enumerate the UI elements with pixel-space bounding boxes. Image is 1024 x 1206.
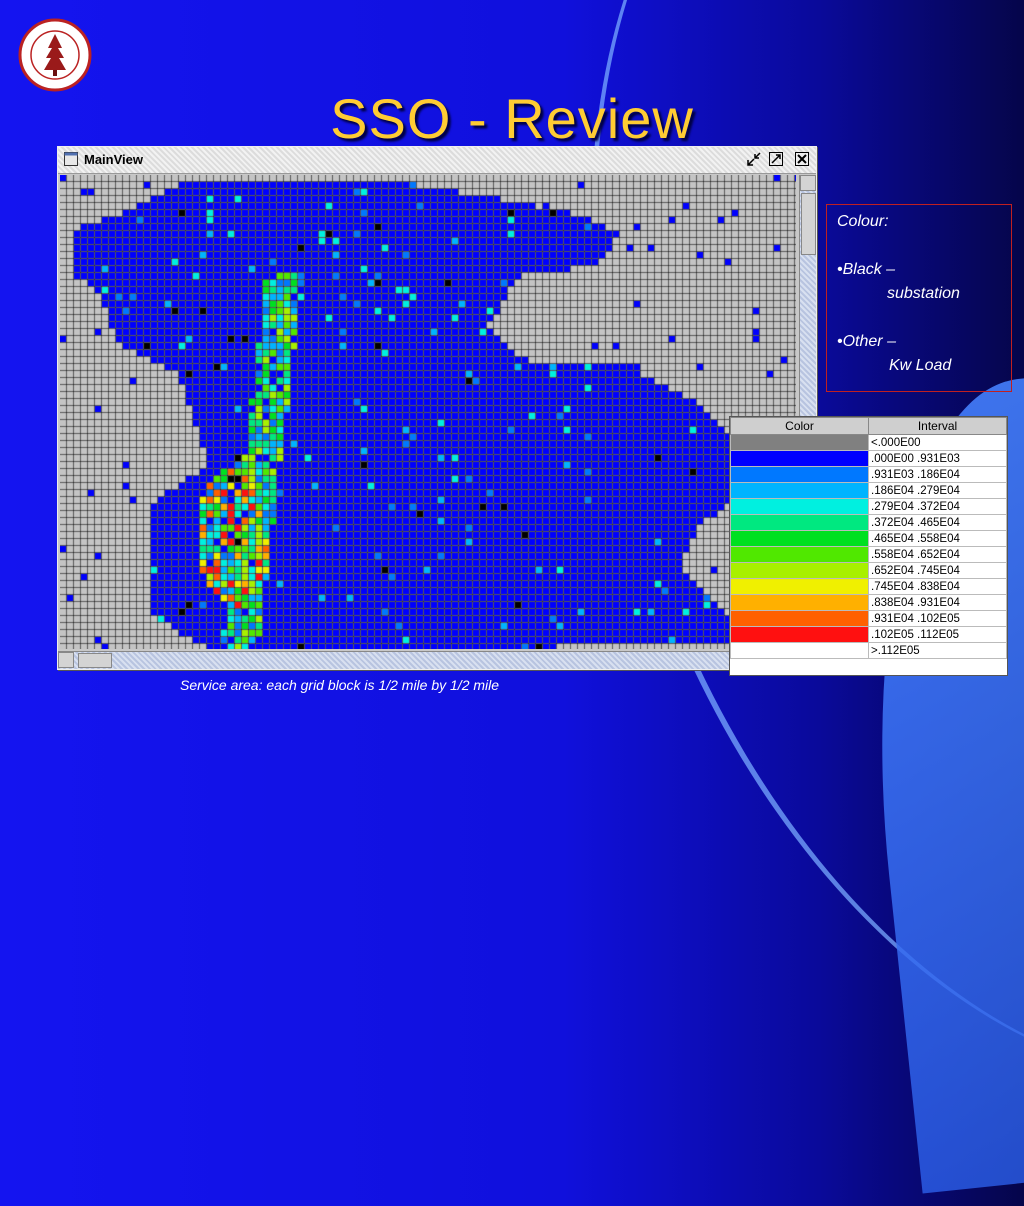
legend-box: Colour: •Black – substation •Other – Kw … (826, 204, 1012, 392)
color-table-row[interactable]: .652E04 .745E04 (730, 562, 1007, 579)
interval-cell: .102E05 .112E05 (868, 626, 1007, 643)
maximize-icon[interactable] (768, 151, 784, 167)
interval-cell: .931E04 .102E05 (868, 610, 1007, 627)
color-column-header[interactable]: Color (730, 417, 869, 435)
scroll-left-icon[interactable] (58, 652, 74, 668)
color-table-row[interactable]: .465E04 .558E04 (730, 530, 1007, 547)
color-swatch (730, 562, 869, 579)
color-table-row[interactable]: .279E04 .372E04 (730, 498, 1007, 515)
color-swatch (730, 498, 869, 515)
interval-cell: .652E04 .745E04 (868, 562, 1007, 579)
load-grid-canvas[interactable] (60, 175, 796, 649)
window-titlebar[interactable]: MainView (58, 147, 816, 174)
color-swatch (730, 610, 869, 627)
slide-title: SSO - Review (330, 87, 694, 150)
color-swatch (730, 434, 869, 451)
legend-other-desc: Kw Load (889, 357, 952, 374)
vertical-scroll-thumb[interactable] (801, 193, 816, 255)
horizontal-scroll-thumb[interactable] (78, 653, 112, 668)
legend-black-label: •Black – (837, 261, 896, 278)
color-table-row[interactable]: .558E04 .652E04 (730, 546, 1007, 563)
color-table-row[interactable]: .102E05 .112E05 (730, 626, 1007, 643)
mainview-window[interactable]: MainView (57, 146, 817, 670)
scroll-up-icon[interactable] (800, 175, 816, 191)
legend-other-label: •Other – (837, 333, 896, 350)
horizontal-scrollbar[interactable] (58, 651, 816, 669)
interval-cell: <.000E00 (868, 434, 1007, 451)
interval-cell: .931E03 .186E04 (868, 466, 1007, 483)
interval-cell: .186E04 .279E04 (868, 482, 1007, 499)
university-seal-logo (18, 18, 92, 92)
service-area-grid-map[interactable] (60, 175, 796, 649)
color-table-row[interactable]: .838E04 .931E04 (730, 594, 1007, 611)
interval-cell: .372E04 .465E04 (868, 514, 1007, 531)
color-table-row[interactable]: .745E04 .838E04 (730, 578, 1007, 595)
color-table-row[interactable]: <.000E00 (730, 434, 1007, 451)
color-swatch (730, 530, 869, 547)
map-caption: Service area: each grid block is 1/2 mil… (180, 677, 500, 693)
interval-cell: .745E04 .838E04 (868, 578, 1007, 595)
color-swatch (730, 546, 869, 563)
interval-cell: .465E04 .558E04 (868, 530, 1007, 547)
interval-cell: .279E04 .372E04 (868, 498, 1007, 515)
interval-cell: .558E04 .652E04 (868, 546, 1007, 563)
interval-cell: .838E04 .931E04 (868, 594, 1007, 611)
color-table-row[interactable]: .931E04 .102E05 (730, 610, 1007, 627)
color-swatch (730, 482, 869, 499)
color-table-row[interactable]: .372E04 .465E04 (730, 514, 1007, 531)
window-title: MainView (84, 152, 144, 167)
color-swatch (730, 514, 869, 531)
close-icon[interactable] (794, 151, 810, 167)
color-swatch (730, 450, 869, 467)
color-swatch (730, 594, 869, 611)
window-icon (64, 152, 78, 166)
color-table-row[interactable]: .186E04 .279E04 (730, 482, 1007, 499)
color-swatch (730, 642, 869, 659)
color-interval-table[interactable]: Color Interval <.000E00.000E00 .931E03.9… (729, 416, 1008, 676)
interval-cell: .000E00 .931E03 (868, 450, 1007, 467)
color-table-row[interactable]: .931E03 .186E04 (730, 466, 1007, 483)
restore-icon[interactable] (746, 151, 762, 167)
color-table-row[interactable]: >.112E05 (730, 642, 1007, 659)
color-table-row[interactable]: .000E00 .931E03 (730, 450, 1007, 467)
legend-black-desc: substation (887, 285, 960, 302)
legend-heading: Colour: (837, 213, 889, 230)
color-swatch (730, 626, 869, 643)
color-swatch (730, 578, 869, 595)
interval-cell: >.112E05 (868, 642, 1007, 659)
color-swatch (730, 466, 869, 483)
interval-column-header[interactable]: Interval (868, 417, 1007, 435)
